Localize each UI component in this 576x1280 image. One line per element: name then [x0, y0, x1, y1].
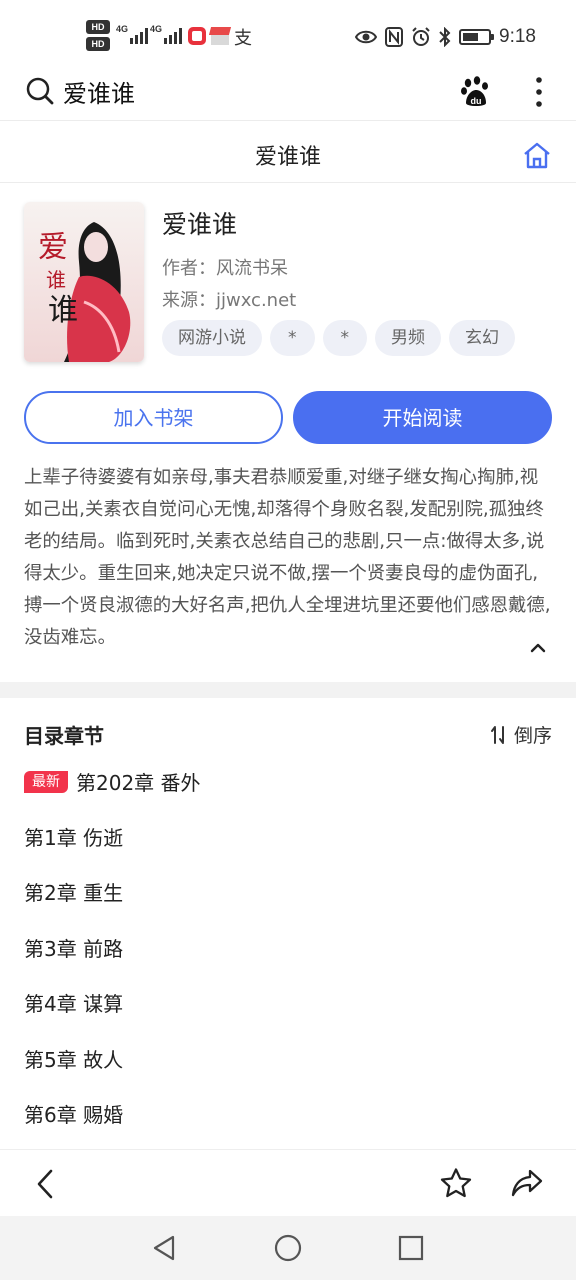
- system-navigation-bar: [0, 1216, 576, 1280]
- hd-indicators: HD HD: [86, 20, 112, 54]
- svg-text:谁: 谁: [46, 268, 66, 292]
- source-label: 来源：: [162, 290, 216, 311]
- new-badge: 最新: [24, 770, 68, 793]
- book-cover[interactable]: 爱 谁 谁: [24, 202, 144, 362]
- search-bar[interactable]: 爱谁谁 du: [0, 64, 576, 120]
- network-type-label: 4G: [116, 24, 129, 34]
- chapter-item[interactable]: 第6章 赐婚: [24, 1099, 123, 1128]
- svg-text:谁: 谁: [48, 293, 78, 328]
- chapter-title: 第202章 番外: [76, 771, 201, 795]
- tag[interactable]: 男频: [375, 320, 441, 356]
- star-icon[interactable]: [440, 1167, 472, 1199]
- share-icon[interactable]: [511, 1168, 543, 1198]
- section-divider: [0, 682, 576, 698]
- sort-icon: [490, 725, 504, 744]
- battery-icon: [459, 29, 495, 45]
- nfc-icon: [385, 27, 404, 47]
- add-to-shelf-button[interactable]: 加入书架: [24, 391, 283, 444]
- tag[interactable]: *: [270, 320, 315, 356]
- tag[interactable]: 玄幻: [449, 320, 515, 356]
- tag[interactable]: 网游小说: [162, 320, 262, 356]
- book-cover-art: 爱 谁 谁: [24, 202, 144, 362]
- divider: [0, 182, 576, 183]
- latest-chapter-item[interactable]: 最新 第202章 番外: [24, 767, 201, 796]
- chapter-item[interactable]: 第2章 重生: [24, 877, 123, 906]
- page-title: 爱谁谁: [254, 145, 321, 170]
- notification-alipay-icon: 支: [234, 28, 252, 49]
- more-icon[interactable]: [529, 74, 549, 110]
- source-line: 来源：jjwxc.net: [162, 286, 296, 312]
- svg-text:du: du: [471, 96, 482, 106]
- network-type-label: 4G: [150, 24, 163, 34]
- hd-badge: HD: [86, 20, 110, 34]
- chapter-item[interactable]: 第5章 故人: [24, 1044, 123, 1073]
- search-query[interactable]: 爱谁谁: [63, 74, 135, 109]
- chapter-item[interactable]: 第1章 伤逝: [24, 822, 123, 851]
- catalog-title: 目录章节: [24, 724, 104, 748]
- hd-badge: HD: [86, 37, 110, 51]
- notification-book-icon: [208, 27, 232, 45]
- back-arrow-icon[interactable]: [34, 1168, 58, 1200]
- bottom-toolbar: [0, 1149, 576, 1216]
- page-header: 爱谁谁: [0, 121, 576, 183]
- system-home-icon[interactable]: [274, 1234, 302, 1262]
- chapter-item[interactable]: 第3章 前路: [24, 933, 123, 962]
- sort-toggle[interactable]: 倒序: [490, 721, 552, 748]
- bluetooth-icon: [439, 27, 451, 47]
- tag-list: 网游小说 * * 男频 玄幻: [162, 320, 515, 356]
- home-icon[interactable]: [522, 141, 552, 169]
- clock: 9:18: [499, 26, 536, 47]
- baidu-paw-icon[interactable]: du: [460, 76, 490, 108]
- system-recents-icon[interactable]: [397, 1234, 425, 1262]
- svg-text:爱: 爱: [38, 230, 68, 265]
- status-bar: HD HD 4G 4G 支 9:18: [0, 0, 576, 64]
- author-label: 作者：: [162, 258, 216, 279]
- book-description: 上辈子待婆婆有如亲母,事夫君恭顺爱重,对继子继女掏心掏肺,视如己出,关素衣自觉问…: [24, 467, 551, 648]
- start-reading-button[interactable]: 开始阅读: [293, 391, 552, 444]
- eye-icon: [355, 30, 378, 44]
- author-line: 作者：风流书呆: [162, 254, 288, 280]
- alarm-icon: [412, 27, 430, 46]
- system-back-icon[interactable]: [151, 1234, 179, 1262]
- tag[interactable]: *: [322, 320, 367, 356]
- book-title: 爱谁谁: [162, 210, 238, 239]
- notification-app-icon: [188, 27, 206, 45]
- source-value: jjwxc.net: [216, 290, 297, 311]
- search-icon[interactable]: [26, 77, 54, 105]
- author-name: 风流书呆: [216, 258, 288, 279]
- sort-label: 倒序: [513, 725, 552, 747]
- chevron-up-icon[interactable]: [528, 640, 548, 656]
- chapter-item[interactable]: 第4章 谋算: [24, 988, 123, 1017]
